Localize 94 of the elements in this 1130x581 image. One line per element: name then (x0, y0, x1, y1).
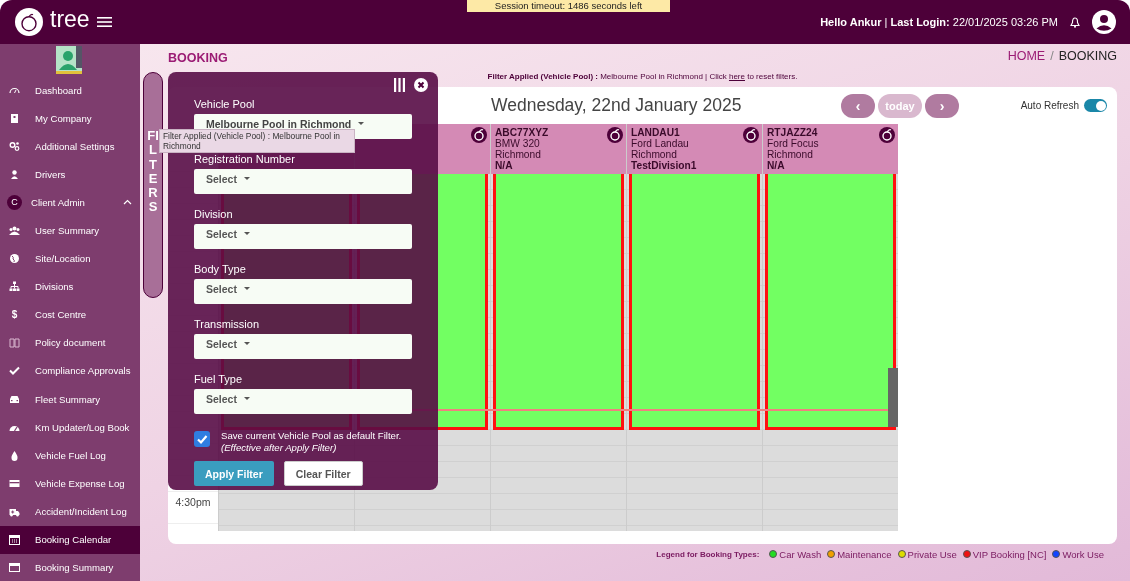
vehicle-model: Ford Focus (767, 138, 819, 149)
vehicle-reg: RTJAZZ24 (767, 127, 818, 138)
sidebar-item[interactable]: $ Cost Centre (0, 300, 140, 329)
field-label: Body Type (194, 263, 247, 276)
auto-refresh-toggle[interactable] (1084, 99, 1107, 112)
book-icon (9, 337, 20, 349)
booking-block[interactable] (765, 174, 896, 430)
close-icon[interactable] (414, 78, 428, 92)
legend-label: Private Use (907, 548, 957, 560)
client-admin-badge: C (7, 194, 22, 210)
legend-label: Work Use (1062, 548, 1104, 560)
user-avatar-icon[interactable] (1092, 10, 1116, 34)
vehicle-division: N/A (767, 160, 785, 171)
card-icon (9, 477, 20, 489)
field-label: Division (194, 208, 234, 221)
select-field[interactable]: Select (194, 169, 412, 194)
sidebar-item[interactable]: C Client Admin (0, 188, 140, 217)
sidebar-item[interactable]: Vehicle Expense Log (0, 469, 140, 498)
calendar-date: Wednesday, 22nd January 2025 (491, 95, 743, 116)
check-icon (9, 365, 20, 377)
car-icon (9, 393, 20, 405)
sidebar-item[interactable]: Compliance Approvals (0, 356, 140, 386)
vehicle-model: BMW 320 (495, 138, 540, 149)
vehicle-location: Richmond (631, 149, 677, 160)
table-icon (9, 562, 20, 574)
person-icon (9, 168, 20, 180)
sidebar-item[interactable]: Additional Settings (0, 132, 140, 161)
scrollbar[interactable] (888, 368, 898, 427)
breadcrumb-current: BOOKING (1058, 49, 1117, 63)
vehicle-logo-icon[interactable] (743, 127, 759, 143)
vehicle-reg: LANDAU1 (631, 127, 680, 138)
field-label: Registration Number (194, 153, 296, 166)
drop-icon (9, 449, 20, 461)
sidebar-item[interactable]: Accident/Incident Log (0, 497, 140, 526)
vehicle-division: N/A (495, 160, 513, 171)
sidebar-item[interactable]: User Summary (0, 216, 140, 245)
select-field[interactable]: Select (194, 279, 412, 304)
legend-label: Car Wash (779, 548, 822, 560)
user-info: Hello Ankur | Last Login: 22/01/2025 03:26 PM (820, 16, 1058, 28)
vehicle-logo-icon[interactable] (471, 127, 487, 143)
sidebar-item[interactable]: My Company (0, 104, 140, 133)
booking-block[interactable] (493, 174, 624, 430)
field-label: Fuel Type (194, 373, 244, 386)
sidebar-item[interactable]: Dashboard (0, 76, 140, 105)
legend-label: Maintenance (837, 548, 892, 560)
tooltip: Filter Applied (Vehicle Pool) : Melbourne Pool in Richmond (159, 128, 355, 153)
vehicle-location: Richmond (495, 149, 541, 160)
select-field[interactable]: Select (194, 389, 412, 414)
vehicle-model: Ford Landau (631, 138, 689, 149)
legend-label: VIP Booking [NC] (972, 548, 1047, 560)
checkbox[interactable] (194, 431, 210, 447)
logo-icon (14, 7, 44, 37)
page-title: BOOKING (168, 51, 228, 65)
checkbox-label: Save current Vehicle Pool as default Filter. (Effective after Apply Filter) (221, 430, 403, 454)
bell-icon[interactable] (1070, 16, 1080, 28)
sidebar-item[interactable]: Fleet Summary (0, 385, 140, 414)
legend-title: Legend for Booking Types: (656, 549, 760, 559)
session-timeout-notice: Session timeout: 1486 seconds left (467, 0, 670, 12)
select-field[interactable]: Select (194, 224, 412, 249)
vehicle-logo-icon[interactable] (879, 127, 895, 143)
auto-refresh-label: Auto Refresh (1020, 100, 1079, 111)
field-label: Vehicle Pool (194, 98, 256, 111)
sitemap-icon (9, 281, 20, 293)
sidebar-item[interactable]: Site/Location (0, 244, 140, 273)
breadcrumb-separator: / (1050, 49, 1054, 63)
vehicle-division: TestDivision1 (631, 160, 697, 171)
time-label: 4:30pm (168, 496, 218, 508)
calendar-icon (9, 534, 20, 546)
sidebar-item[interactable]: Drivers (0, 160, 140, 189)
clear-filter-button[interactable]: Clear Filter (283, 461, 363, 486)
booking-block[interactable] (629, 174, 760, 430)
sidebar-item[interactable]: Policy document (0, 328, 140, 357)
field-label: Transmission (194, 318, 260, 331)
sidebar-item[interactable]: Divisions (0, 272, 140, 301)
building-icon (9, 112, 20, 124)
dollar-icon: $ (9, 309, 20, 321)
sidebar-item[interactable]: Km Updater/Log Book (0, 413, 140, 442)
breadcrumb-link[interactable]: HOME (1007, 49, 1046, 63)
sidebar-item[interactable]: Vehicle Fuel Log (0, 441, 140, 470)
vehicle-location: Richmond (767, 149, 813, 160)
gears-icon (9, 140, 20, 152)
reset-link[interactable]: here (728, 72, 745, 81)
vehicle-reg: ABC77XYZ (495, 127, 549, 138)
chevron-icon[interactable] (123, 199, 132, 206)
sidebar-item[interactable]: Booking Summary (0, 553, 140, 581)
filters-tab[interactable]: FILTERS (143, 72, 163, 298)
logo-text: tree (50, 5, 90, 33)
select-field[interactable]: Select (194, 334, 412, 359)
globe-icon (9, 253, 20, 265)
columns-icon[interactable] (394, 78, 405, 92)
sidebar-item[interactable]: Booking Calendar (0, 525, 140, 554)
vehicle-logo-icon[interactable] (607, 127, 623, 143)
users-icon (9, 225, 20, 236)
menu-icon[interactable] (96, 16, 112, 28)
